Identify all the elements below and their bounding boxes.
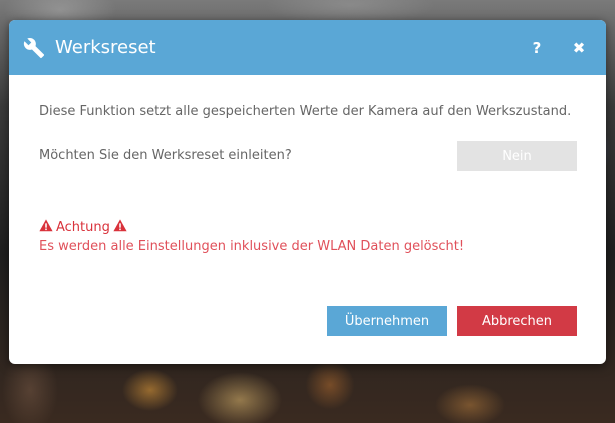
wrench-icon (23, 37, 45, 59)
description-text: Diese Funktion setzt alle gespeicherten … (39, 104, 572, 119)
warning-triangle-icon (113, 219, 127, 236)
dialog-header: Werksreset ? ✖ (9, 20, 606, 75)
reset-toggle-button[interactable]: Nein (457, 141, 577, 171)
warning-text: Es werden alle Einstellungen inklusive d… (39, 239, 465, 254)
reset-question: Möchten Sie den Werksreset einleiten? (39, 148, 292, 163)
close-button[interactable]: ✖ (568, 37, 590, 59)
factory-reset-dialog: Werksreset ? ✖ Diese Funktion setzt alle… (9, 20, 606, 364)
apply-button[interactable]: Übernehmen (327, 306, 447, 336)
help-button[interactable]: ? (526, 37, 548, 59)
warning-triangle-icon (39, 219, 53, 236)
warning-heading: Achtung (39, 219, 127, 236)
cancel-button[interactable]: Abbrechen (457, 306, 577, 336)
warning-title: Achtung (56, 220, 110, 235)
dialog-title: Werksreset (55, 37, 156, 58)
